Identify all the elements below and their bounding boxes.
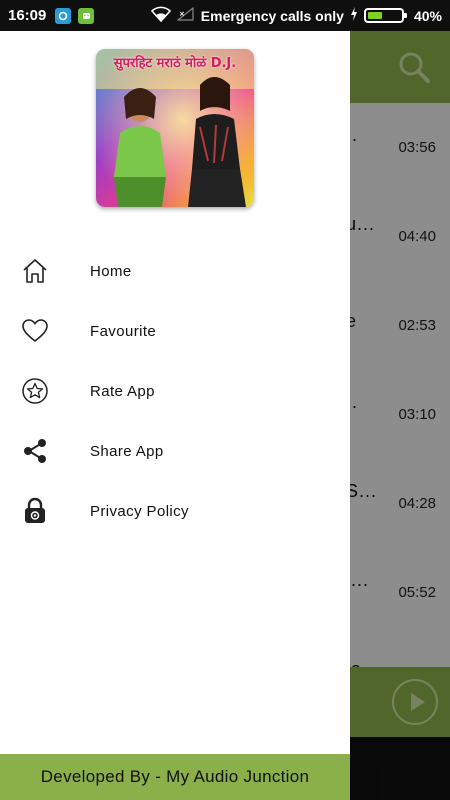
menu-item-label: Share App bbox=[90, 442, 164, 460]
share-icon bbox=[21, 437, 49, 465]
status-bar: 16:09 × Emergency calls only 40% bbox=[0, 0, 450, 31]
battery-percent: 40% bbox=[413, 7, 442, 24]
album-art-image: सुपरहिट मराठं मोळं D.J. bbox=[96, 49, 254, 207]
menu-item-label: Home bbox=[90, 262, 132, 280]
developer-footer: Developed By - My Audio Junction bbox=[0, 754, 350, 800]
menu-item-label: Privacy Policy bbox=[90, 502, 189, 520]
home-icon bbox=[21, 257, 49, 285]
menu-item-home[interactable]: Home bbox=[0, 241, 350, 301]
star-icon bbox=[21, 377, 49, 405]
navigation-drawer: सुपरहिट मराठं मोळं D.J. Home Favourite R… bbox=[0, 31, 350, 800]
menu-item-privacy-policy[interactable]: Privacy Policy bbox=[0, 481, 350, 541]
signal-icon: × bbox=[176, 6, 195, 24]
menu-item-rate-app[interactable]: Rate App bbox=[0, 361, 350, 421]
lock-icon bbox=[21, 497, 49, 525]
status-time: 16:09 bbox=[8, 7, 47, 24]
menu-item-favourite[interactable]: Favourite bbox=[0, 301, 350, 361]
menu-item-label: Favourite bbox=[90, 322, 157, 340]
network-status-text: Emergency calls only bbox=[200, 7, 344, 24]
charging-icon bbox=[350, 7, 358, 24]
wifi-icon bbox=[150, 6, 171, 25]
notification-app-icon bbox=[55, 7, 72, 24]
notification-android-icon bbox=[78, 7, 95, 24]
svg-text:×: × bbox=[179, 10, 185, 18]
menu-item-share-app[interactable]: Share App bbox=[0, 421, 350, 481]
battery-icon bbox=[363, 8, 407, 23]
heart-icon bbox=[21, 317, 49, 345]
battery-level bbox=[367, 12, 383, 19]
album-art-title: सुपरहिट मराठं मोळं D.J. bbox=[113, 56, 237, 71]
menu-item-label: Rate App bbox=[90, 382, 155, 400]
